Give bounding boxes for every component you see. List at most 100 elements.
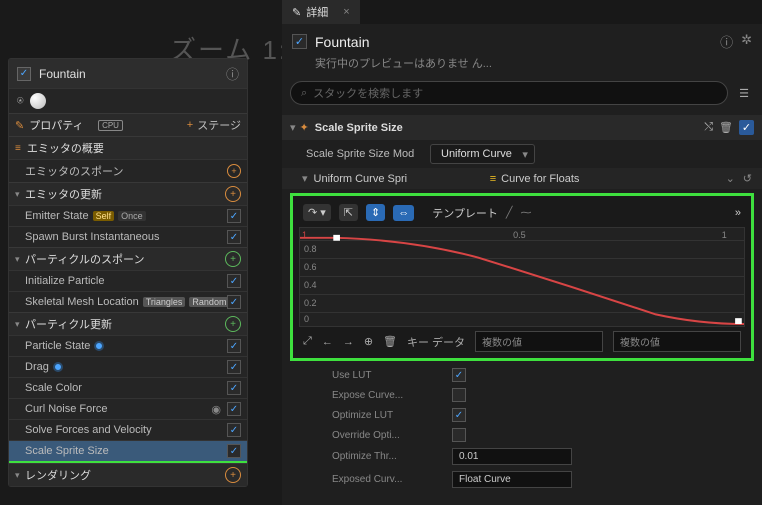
number-input[interactable]: 0.01: [452, 448, 572, 465]
key-y-input[interactable]: 複数の値: [613, 331, 741, 352]
tab-details[interactable]: ✎ 詳細 ×: [282, 0, 360, 24]
external-button[interactable]: ⇱: [339, 204, 358, 221]
group-emitter-overview[interactable]: ≡ エミッタの概要: [9, 136, 247, 159]
text-input[interactable]: Float Curve: [452, 471, 572, 488]
trash-icon[interactable]: 🗑: [719, 121, 733, 134]
tab-label: 詳細: [306, 4, 328, 20]
section-scale-sprite-size[interactable]: ▾ ✦ Scale Sprite Size ⤭ 🗑 ✓: [282, 115, 762, 140]
next-key-icon[interactable]: →: [343, 336, 354, 348]
row-scale-mode: Scale Sprite Size Mod Uniform Curve: [282, 140, 762, 168]
template-dropdown[interactable]: テンプレート: [432, 205, 498, 221]
group-emitter-update[interactable]: ▾ エミッタの更新 +: [9, 182, 247, 205]
item-curl-noise[interactable]: Curl Noise Force ◉ ✓: [9, 398, 247, 419]
enable-checkbox[interactable]: ✓: [227, 381, 241, 395]
group-rendering[interactable]: ▾ レンダリング +: [9, 463, 247, 486]
details-panel: ✎ 詳細 × ✓ Fountain ⓘ ✲ 実行中のプレビューはありませ ん..…: [282, 0, 762, 505]
info-icon[interactable]: ⓘ: [720, 32, 733, 51]
material-orb-icon[interactable]: [30, 93, 46, 109]
delete-key-icon[interactable]: 🗑: [383, 335, 397, 348]
checkbox[interactable]: [452, 388, 466, 402]
add-icon[interactable]: +: [225, 251, 241, 267]
enable-checkbox[interactable]: ✓: [227, 444, 241, 458]
properties-header[interactable]: ✎ プロパティ CPU + ステージ: [9, 113, 247, 136]
item-initialize-particle[interactable]: Initialize Particle ✓: [9, 270, 247, 291]
snap-y-button[interactable]: ⇔: [393, 205, 414, 221]
emitter-panel: ✓ Fountain ⓘ ⍟ ✎ プロパティ CPU + ステージ ≡ エミッタ…: [8, 58, 248, 487]
item-solve-forces[interactable]: Solve Forces and Velocity ✓: [9, 419, 247, 440]
curve-menu-button[interactable]: ↷ ▾: [303, 204, 331, 221]
fullscreen-icon[interactable]: ⤢: [303, 335, 312, 348]
curve-graph[interactable]: 1 0.5 1 0.80.6 0.40.2 0: [299, 227, 745, 327]
prop-label: Expose Curve...: [292, 390, 452, 401]
checkbox[interactable]: ✓: [452, 408, 466, 422]
group-particle-update[interactable]: ▾ パーティクル更新 +: [9, 312, 247, 335]
row-expose-curve: Expose Curve...: [292, 385, 752, 405]
line-tangent-icon[interactable]: ╱: [506, 206, 513, 219]
curve-footer: ⤢ ← → ⊕ 🗑 キー データ 複数の値 複数の値: [299, 327, 745, 352]
mode-dropdown[interactable]: Uniform Curve: [430, 144, 535, 164]
module-enable-checkbox[interactable]: ✓: [292, 34, 307, 49]
stage-label: ステージ: [197, 117, 241, 133]
add-icon[interactable]: +: [225, 186, 241, 202]
shuffle-icon[interactable]: ⤭: [704, 121, 713, 134]
snap-x-button[interactable]: ⇕: [366, 204, 385, 221]
expand-arrow-icon: ▾: [15, 319, 25, 330]
item-label: Initialize Particle: [25, 275, 227, 287]
item-drag[interactable]: Drag ✓: [9, 356, 247, 377]
stage-add-icon[interactable]: +: [187, 119, 193, 131]
prev-key-icon[interactable]: ←: [322, 336, 333, 348]
item-emitter-state[interactable]: Emitter StateSelfOnce ✓: [9, 205, 247, 226]
row-use-lut: Use LUT ✓: [292, 365, 752, 385]
checkbox[interactable]: ✓: [452, 368, 466, 382]
group-particle-spawn[interactable]: ▾ パーティクルのスポーン +: [9, 247, 247, 270]
gear-icon[interactable]: ✲: [741, 32, 752, 51]
item-particle-state[interactable]: Particle State ✓: [9, 335, 247, 356]
item-spawn-burst[interactable]: Spawn Burst Instantaneous ✓: [9, 226, 247, 247]
add-key-icon[interactable]: ⊕: [364, 335, 373, 348]
close-icon[interactable]: ×: [343, 6, 349, 18]
add-icon[interactable]: +: [225, 467, 241, 483]
module-properties: Use LUT ✓ Expose Curve... Optimize LUT ✓…: [282, 365, 762, 491]
enable-checkbox[interactable]: ✓: [227, 339, 241, 353]
section-enable-checkbox[interactable]: ✓: [739, 120, 754, 135]
add-icon[interactable]: +: [227, 164, 241, 178]
visibility-icon[interactable]: ◉: [211, 403, 221, 416]
item-label: Curl Noise Force: [25, 403, 211, 415]
emitter-enable-checkbox[interactable]: ✓: [17, 67, 31, 81]
enable-checkbox[interactable]: ✓: [227, 230, 241, 244]
properties-label: プロパティ: [29, 117, 93, 133]
emitter-preview-row: ⍟: [9, 89, 247, 113]
enable-checkbox[interactable]: ✓: [227, 274, 241, 288]
expand-icon[interactable]: »: [735, 207, 741, 219]
item-label: Particle State: [25, 340, 227, 352]
prop-label: Optimize Thr...: [292, 451, 452, 462]
group-label: エミッタの更新: [25, 186, 225, 202]
filter-button[interactable]: ☰: [734, 81, 754, 105]
item-emitter-spawn[interactable]: エミッタのスポーン +: [9, 159, 247, 182]
curve-toolbar: ↷ ▾ ⇱ ⇕ ⇔ テンプレート ╱ ⁓ »: [299, 202, 745, 223]
item-scale-color[interactable]: Scale Color ✓: [9, 377, 247, 398]
item-scale-sprite-size[interactable]: Scale Sprite Size ✓: [9, 440, 247, 463]
row-optimize-lut: Optimize LUT ✓: [292, 405, 752, 425]
enable-checkbox[interactable]: ✓: [227, 402, 241, 416]
curve-tangent-icon[interactable]: ⁓: [521, 206, 532, 219]
person-icon[interactable]: ⍟: [17, 95, 24, 108]
add-icon[interactable]: +: [225, 316, 241, 332]
search-input[interactable]: ⌕ スタックを検索します: [290, 81, 728, 105]
item-skeletal-mesh-location[interactable]: Skeletal Mesh LocationTrianglesRandom ✓: [9, 291, 247, 312]
emitter-header[interactable]: ✓ Fountain ⓘ: [9, 59, 247, 89]
chevron-down-icon[interactable]: ⌄: [726, 172, 735, 185]
expand-arrow-icon: ▾: [15, 254, 25, 265]
enable-checkbox[interactable]: ✓: [227, 360, 241, 374]
pencil-icon: ✎: [292, 6, 301, 19]
checkbox[interactable]: [452, 428, 466, 442]
enable-checkbox[interactable]: ✓: [227, 295, 241, 309]
enable-checkbox[interactable]: ✓: [227, 423, 241, 437]
reset-icon[interactable]: ↺: [743, 172, 752, 185]
enable-checkbox[interactable]: ✓: [227, 209, 241, 223]
row-uniform-curve[interactable]: ▾ Uniform Curve Spri ≡ Curve for Floats …: [282, 168, 762, 189]
item-label: Scale Sprite Size: [25, 445, 227, 457]
group-label: エミッタの概要: [27, 140, 241, 156]
key-x-input[interactable]: 複数の値: [475, 331, 603, 352]
info-icon[interactable]: ⓘ: [226, 64, 239, 83]
